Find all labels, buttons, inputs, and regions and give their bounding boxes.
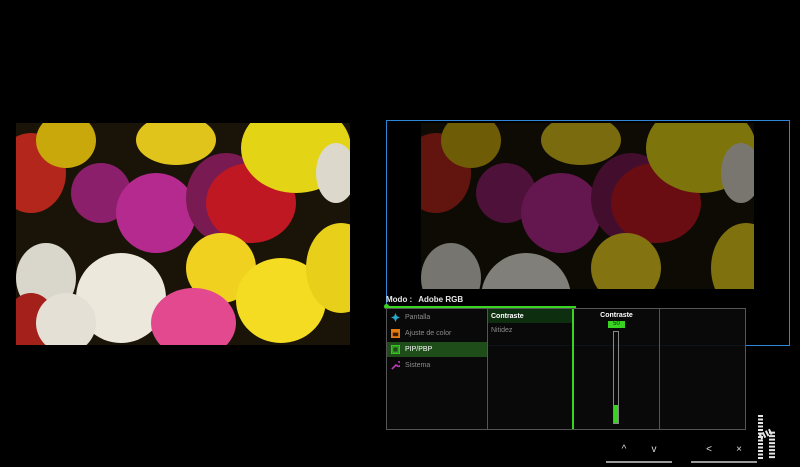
menu-item-label: Ajuste de color — [405, 330, 452, 337]
menu-item-pip-pbp[interactable]: PIP/PBP — [387, 342, 487, 357]
contrast-slider[interactable] — [613, 331, 619, 424]
osd-menu: Pantalla Ajuste de color PIP/PBP Sistema… — [386, 308, 746, 430]
mode-label: Modo : — [386, 295, 413, 304]
down-key[interactable]: v — [636, 443, 672, 463]
main-menu-column: Pantalla Ajuste de color PIP/PBP Sistema — [387, 309, 488, 429]
up-arrow-icon: ^ — [621, 444, 627, 455]
mode-value: Adobe RGB — [418, 295, 464, 304]
setting-column: Contraste 50 — [574, 309, 660, 429]
menu-item-label: Sistema — [405, 362, 431, 369]
display-icon — [391, 313, 400, 322]
left-arrow-icon: < — [706, 444, 712, 455]
wrench-icon — [391, 361, 400, 370]
pip-icon — [391, 345, 400, 354]
submenu-item-contraste[interactable]: Contraste — [488, 309, 572, 323]
close-icon: × — [736, 444, 742, 455]
menu-item-pantalla[interactable]: Pantalla — [387, 310, 487, 325]
empty-column — [660, 309, 746, 429]
submenu-item-nitidez[interactable]: Nitidez — [488, 323, 572, 337]
watermark-logo — [758, 415, 775, 459]
menu-item-ajuste-color[interactable]: Ajuste de color — [387, 326, 487, 341]
setting-value: 50 — [608, 321, 625, 328]
control-key-hints: ^ v < × — [606, 443, 757, 463]
main-source-image — [16, 123, 350, 345]
down-arrow-icon: v — [651, 444, 657, 455]
color-adjust-icon — [391, 329, 400, 338]
slider-fill — [614, 404, 618, 423]
submenu-column: Contraste Nitidez — [488, 309, 574, 429]
menu-item-label: Pantalla — [405, 314, 431, 321]
menu-item-sistema[interactable]: Sistema — [387, 358, 487, 373]
setting-title: Contraste — [600, 312, 633, 319]
exit-key[interactable]: × — [721, 443, 757, 463]
menu-item-label: PIP/PBP — [405, 346, 433, 353]
